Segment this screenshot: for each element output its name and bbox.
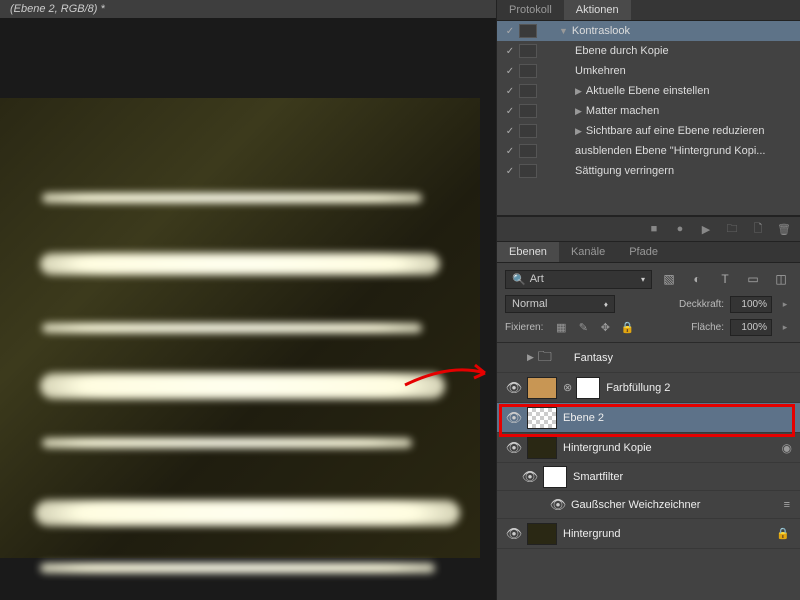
lock-icon: 🔒 [776, 527, 790, 540]
opacity-flyout-icon[interactable]: ▸ [778, 299, 792, 310]
lock-label: Fixieren: [505, 322, 543, 333]
expand-icon[interactable]: ▶ [575, 86, 582, 96]
visibility-icon[interactable]: 👁 [522, 469, 539, 485]
expand-icon[interactable]: ▶ [575, 126, 582, 136]
play-icon[interactable]: ▶ [698, 221, 714, 237]
action-label: Umkehren [575, 65, 626, 77]
folder-icon[interactable]: 🗀 [724, 221, 740, 237]
search-icon: 🔍 [512, 273, 526, 286]
check-icon[interactable]: ✓ [501, 166, 519, 177]
check-icon[interactable]: ✓ [501, 106, 519, 117]
mask-thumb [543, 466, 567, 488]
trash-icon[interactable]: 🗑 [776, 221, 792, 237]
filter-image-icon[interactable]: ▧ [658, 269, 680, 289]
action-row[interactable]: ✓ Sättigung verringern [497, 161, 800, 181]
stop-icon[interactable]: ■ [646, 221, 662, 237]
layer-hintergrund[interactable]: 👁 Hintergrund 🔒 [497, 519, 800, 549]
action-row[interactable]: ✓ ▼ Kontraslook [497, 21, 800, 41]
image-content [0, 98, 480, 558]
lock-transparency-icon[interactable]: ▦ [553, 320, 569, 336]
filter-options-icon[interactable]: ≡ [784, 499, 790, 511]
fill-flyout-icon[interactable]: ▸ [778, 322, 792, 333]
tab-kanale[interactable]: Kanäle [559, 242, 617, 262]
opacity-input[interactable]: 100% [730, 296, 772, 313]
tab-protokoll[interactable]: Protokoll [497, 0, 564, 20]
dialog-toggle[interactable] [519, 24, 537, 38]
dialog-toggle[interactable] [519, 164, 537, 178]
layer-farbfullung[interactable]: 👁 ⊗ Farbfüllung 2 [497, 373, 800, 403]
visibility-icon[interactable]: 👁 [506, 380, 523, 396]
layer-ebene2[interactable]: 👁 Ebene 2 [497, 403, 800, 433]
action-row[interactable]: ✓ ausblenden Ebene "Hintergrund Kopi... [497, 141, 800, 161]
action-row[interactable]: ✓ ▶ Aktuelle Ebene einstellen [497, 81, 800, 101]
layer-gauss-blur[interactable]: 👁 Gaußscher Weichzeichner ≡ [497, 491, 800, 519]
action-label: Sättigung verringern [575, 165, 674, 177]
fill-label: Fläche: [691, 322, 724, 333]
opacity-label: Deckkraft: [679, 299, 724, 310]
chevron-right-icon[interactable]: ▶ [527, 352, 534, 363]
visibility-icon[interactable]: 👁 [550, 497, 567, 513]
action-row[interactable]: ✓ Umkehren [497, 61, 800, 81]
actions-list[interactable]: ✓ ▼ Kontraslook ✓ Ebene durch Kopie ✓ Umkehren… [497, 21, 800, 216]
check-icon[interactable]: ✓ [501, 86, 519, 97]
lock-all-icon[interactable]: 🔒 [619, 320, 635, 336]
layer-group-fantasy[interactable]: ▶ 🗀 Fantasy [497, 343, 800, 373]
layer-thumb [527, 407, 557, 429]
check-icon[interactable]: ✓ [501, 26, 519, 37]
tab-ebenen[interactable]: Ebenen [497, 242, 559, 262]
dialog-toggle[interactable] [519, 64, 537, 78]
layer-thumb [527, 377, 557, 399]
fill-input[interactable]: 100% [730, 319, 772, 336]
canvas[interactable] [0, 18, 496, 598]
dialog-toggle[interactable] [519, 124, 537, 138]
check-icon[interactable]: ✓ [501, 46, 519, 57]
layer-filter-kind[interactable]: 🔍 Art ▾ [505, 270, 652, 289]
document-title: (Ebene 2, RGB/8) * [0, 0, 496, 18]
action-label: Matter machen [586, 105, 659, 117]
action-row[interactable]: ✓ Ebene durch Kopie [497, 41, 800, 61]
visibility-icon[interactable]: 👁 [506, 526, 523, 542]
filter-type-icon[interactable]: T [714, 269, 736, 289]
layer-thumb [527, 437, 557, 459]
action-label: ausblenden Ebene "Hintergrund Kopi... [575, 145, 765, 157]
mask-thumb [576, 377, 600, 399]
check-icon[interactable]: ✓ [501, 146, 519, 157]
visibility-icon[interactable]: 👁 [506, 410, 523, 426]
layer-smartfilter[interactable]: 👁 Smartfilter [497, 463, 800, 491]
actions-toolbar: ■ ● ▶ 🗀 🗋 🗑 [497, 216, 800, 242]
smart-object-icon: ◉ [782, 441, 792, 455]
action-row[interactable]: ✓ ▶ Sichtbare auf eine Ebene reduzieren [497, 121, 800, 141]
tab-aktionen[interactable]: Aktionen [564, 0, 631, 20]
visibility-icon[interactable]: 👁 [506, 440, 523, 456]
dialog-toggle[interactable] [519, 84, 537, 98]
new-icon[interactable]: 🗋 [750, 221, 766, 237]
layer-hintergrund-kopie[interactable]: 👁 Hintergrund Kopie ◉ [497, 433, 800, 463]
dialog-toggle[interactable] [519, 44, 537, 58]
filter-smart-icon[interactable]: ◫ [770, 269, 792, 289]
record-icon[interactable]: ● [672, 221, 688, 237]
folder-icon: 🗀 [538, 347, 568, 369]
tab-pfade[interactable]: Pfade [617, 242, 670, 262]
layer-thumb [527, 523, 557, 545]
layers-list[interactable]: ▶ 🗀 Fantasy 👁 ⊗ Farbfüllung 2 👁 Ebene 2 … [497, 343, 800, 600]
lock-pixels-icon[interactable]: ✎ [575, 320, 591, 336]
blend-mode-dropdown[interactable]: Normal♦ [505, 295, 615, 313]
annotation-arrow [400, 353, 495, 393]
action-label: Kontraslook [572, 25, 630, 37]
expand-icon[interactable]: ▼ [559, 26, 568, 36]
link-icon: ⊗ [563, 381, 572, 394]
dialog-toggle[interactable] [519, 144, 537, 158]
dialog-toggle[interactable] [519, 104, 537, 118]
check-icon[interactable]: ✓ [501, 126, 519, 137]
filter-adjust-icon[interactable]: ◐ [686, 269, 708, 289]
action-label: Aktuelle Ebene einstellen [586, 85, 710, 97]
action-label: Ebene durch Kopie [575, 45, 669, 57]
check-icon[interactable]: ✓ [501, 66, 519, 77]
expand-icon[interactable]: ▶ [575, 106, 582, 116]
lock-position-icon[interactable]: ✥ [597, 320, 613, 336]
filter-shape-icon[interactable]: ▭ [742, 269, 764, 289]
action-row[interactable]: ✓ ▶ Matter machen [497, 101, 800, 121]
action-label: Sichtbare auf eine Ebene reduzieren [586, 125, 765, 137]
